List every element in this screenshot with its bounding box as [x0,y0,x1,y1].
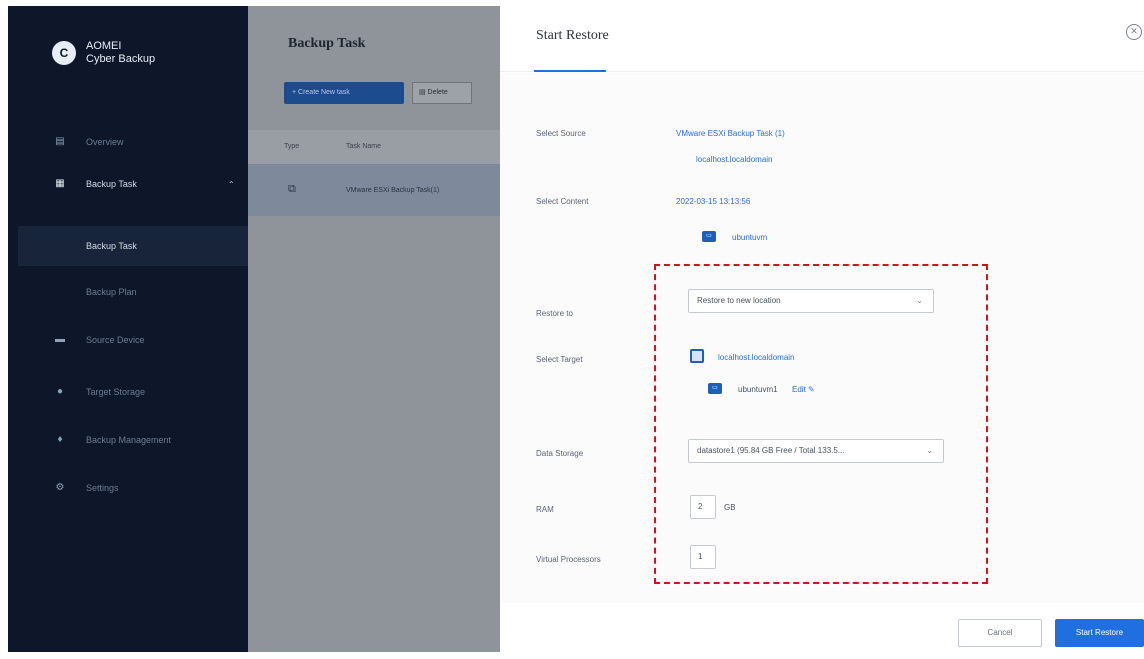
sidebar-item-label: Backup Task [86,179,137,189]
vm-icon: ▭ [708,383,722,394]
column-header-type: Type [284,143,300,150]
ram-unit: GB [724,503,736,512]
close-icon[interactable]: ✕ [1126,24,1142,40]
cancel-button[interactable]: Cancel [958,619,1042,647]
source-task-link[interactable]: VMware ESXi Backup Task (1) [676,129,785,138]
active-tab-indicator [534,70,606,72]
target-host-link[interactable]: localhost.localdomain [718,353,795,362]
page-title: Backup Task [288,36,366,51]
chevron-up-icon: ⌃ [228,179,235,189]
source-host-link[interactable]: localhost.localdomain [696,155,773,164]
sidebar-item-backup-management[interactable]: ♦ Backup Management [8,420,248,460]
sidebar-subitem-backup-plan[interactable]: Backup Plan [8,272,248,312]
shield-icon: ♦ [57,434,63,445]
column-header-task-name: Task Name [346,143,382,150]
select-target-label: Select Target [536,355,583,364]
sidebar-item-settings[interactable]: ⚙ Settings [8,468,248,508]
sidebar-item-label: Backup Task [86,241,137,251]
vm-icon: ▭ [702,231,716,242]
logo-icon: C [52,41,76,65]
drawer-footer: Cancel Start Restore [500,603,1144,659]
delete-button[interactable]: ▤ Delete [412,82,472,104]
data-storage-select[interactable]: datastore1 (95.84 GB Free / Total 133.5.… [688,439,944,463]
sidebar-item-target-storage[interactable]: ● Target Storage [8,372,248,412]
virtual-processors-input[interactable]: 1 [690,545,716,569]
sidebar-item-label: Backup Management [86,435,172,445]
target-vm-name: ubuntuvm1 [738,385,778,394]
sidebar-item-label: Settings [86,483,119,493]
sidebar-subitem-backup-task[interactable]: Backup Task [18,226,248,266]
sidebar-item-backup-task[interactable]: ▦ Backup Task ⌃ [8,164,248,204]
chevron-down-icon: ⌄ [926,446,933,455]
restore-form: Select Source VMware ESXi Backup Task (1… [500,73,1144,603]
sidebar-item-label: Target Storage [86,387,146,397]
drawer-title: Start Restore [536,28,609,43]
sidebar-item-overview[interactable]: ▤ Overview [8,122,248,162]
sidebar-item-label: Backup Plan [86,287,137,297]
select-content-label: Select Content [536,197,589,206]
restore-to-select[interactable]: Restore to new location ⌄ [688,289,934,313]
settings-icon: ⚙ [55,482,65,493]
start-restore-button[interactable]: Start Restore [1055,619,1144,647]
task-name: VMware ESXi Backup Task(1) [346,187,440,194]
content-timestamp-link[interactable]: 2022-03-15 13:13:56 [676,197,750,206]
select-source-label: Select Source [536,129,586,138]
location-icon: ● [56,386,64,397]
ram-input[interactable]: 2 [690,495,716,519]
task-panel: Backup Task + Create New task ▤ Delete T… [248,6,500,652]
sidebar: C AOMEI Cyber Backup ▤ Overview ▦ Backup… [8,6,248,652]
monitor-icon: ▬ [55,334,65,345]
restore-drawer: Start Restore ✕ Select Source VMware ESX… [500,0,1144,659]
app-logo: C AOMEI Cyber Backup [52,40,155,66]
brand-product: Cyber Backup [86,53,156,65]
table-header: Type Task Name [248,130,500,164]
ram-label: RAM [536,505,554,514]
vmware-icon: ⧉ [288,183,296,195]
content-vm-name[interactable]: ubuntuvm [732,233,767,242]
host-icon [690,349,704,363]
sidebar-item-label: Source Device [86,335,145,345]
create-task-button[interactable]: + Create New task [284,82,404,104]
data-storage-label: Data Storage [536,449,584,458]
backup-task-icon: ▦ [55,178,65,189]
edit-target-link[interactable]: Edit ✎ [792,385,815,394]
brand-name: AOMEI [86,40,122,52]
sidebar-item-label: Overview [86,137,124,147]
table-row[interactable]: ⧉ VMware ESXi Backup Task(1) [248,164,500,216]
restore-to-label: Restore to [536,309,573,318]
virtual-processors-label: Virtual Processors [536,555,601,564]
overview-icon: ▤ [55,136,65,147]
chevron-down-icon: ⌄ [916,296,923,305]
sidebar-item-source-device[interactable]: ▬ Source Device [8,320,248,360]
